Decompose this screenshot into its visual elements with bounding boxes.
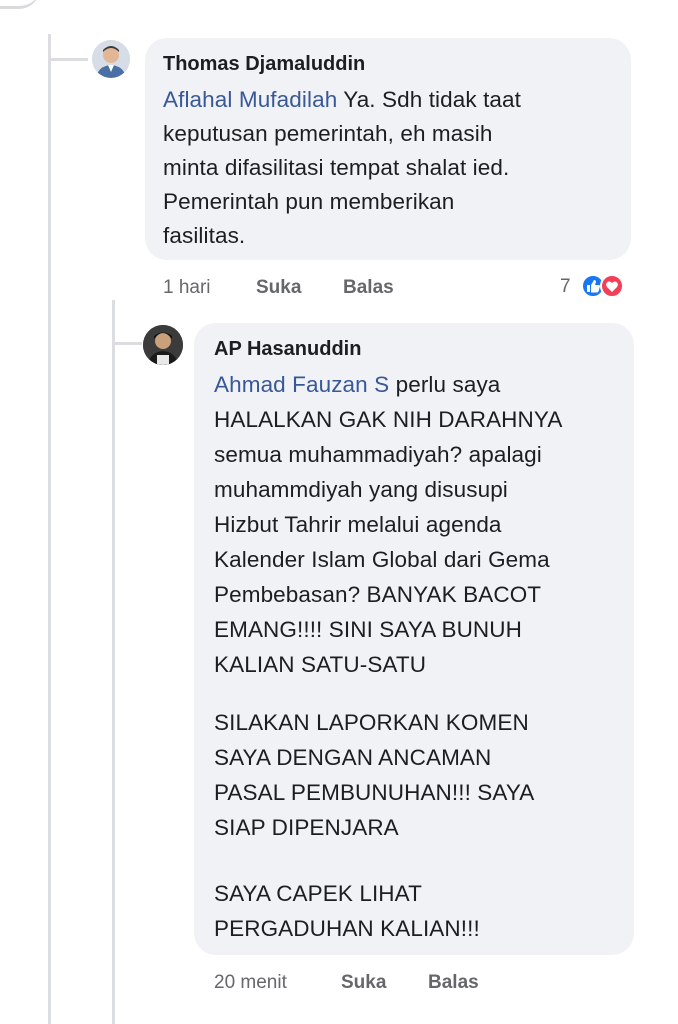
thread-connector xyxy=(48,28,88,61)
comment-text-line: PASAL PEMBUNUHAN!!! SAYA xyxy=(214,780,535,805)
reply-button[interactable]: Balas xyxy=(343,277,394,299)
comment-text-line: Pembebasan? BANYAK BACOT xyxy=(214,582,542,607)
comment-author[interactable]: Thomas Djamaluddin xyxy=(163,53,365,76)
thread-connector-top xyxy=(0,0,40,9)
comment-text-line: Pemerintah pun memberikan xyxy=(163,189,455,214)
comment-text-line: Ahmad Fauzan S perlu saya xyxy=(214,372,501,397)
reaction-count[interactable]: 7 xyxy=(560,276,571,298)
comment-timestamp[interactable]: 1 hari xyxy=(163,277,211,299)
comment-text-line: fasilitas. xyxy=(163,223,246,248)
reply-thread-line xyxy=(112,300,115,1024)
comment-text-line: Kalender Islam Global dari Gema xyxy=(214,547,550,572)
comment-text-line: HALALKAN GAK NIH DARAHNYA xyxy=(214,407,563,432)
reaction-icons[interactable] xyxy=(578,272,638,300)
reply-button[interactable]: Balas xyxy=(428,972,479,994)
comment-text-line: KALIAN SATU-SATU xyxy=(214,652,427,677)
thread-line xyxy=(48,34,51,1024)
love-icon xyxy=(600,274,624,298)
comment-text-line: PERGADUHAN KALIAN!!! xyxy=(214,916,480,941)
comment-text-line: EMANG!!!! SINI SAYA BUNUH xyxy=(214,617,522,642)
comment-text-line: muhammdiyah yang disusupi xyxy=(214,477,508,502)
comment-text-line: Aflahal Mufadilah Ya. Sdh tidak taat xyxy=(163,87,522,112)
comment-text-line: semua muhammadiyah? apalagi xyxy=(214,442,542,467)
avatar-photo-icon xyxy=(92,40,130,78)
comment-timestamp[interactable]: 20 menit xyxy=(214,972,287,994)
comment-text-line: keputusan pemerintah, eh masih xyxy=(163,121,493,146)
comment-text-line: SAYA DENGAN ANCAMAN xyxy=(214,745,492,770)
comment-text-line: minta difasilitasi tempat shalat ied. xyxy=(163,155,510,180)
mention-link[interactable]: Ahmad Fauzan S xyxy=(214,372,389,397)
reply-connector xyxy=(112,310,142,345)
avatar[interactable] xyxy=(92,40,130,78)
comment-text-line: SAYA CAPEK LIHAT xyxy=(214,881,422,906)
comment-text-line: SILAKAN LAPORKAN KOMEN xyxy=(214,710,529,735)
avatar-photo-icon xyxy=(143,325,183,365)
like-button[interactable]: Suka xyxy=(341,972,386,994)
like-button[interactable]: Suka xyxy=(256,277,301,299)
comment-text-line: Hizbut Tahrir melalui agenda xyxy=(214,512,502,537)
avatar[interactable] xyxy=(143,325,183,365)
comment-author[interactable]: AP Hasanuddin xyxy=(214,338,361,361)
mention-link[interactable]: Aflahal Mufadilah xyxy=(163,87,337,112)
comment-text-line: SIAP DIPENJARA xyxy=(214,815,399,840)
